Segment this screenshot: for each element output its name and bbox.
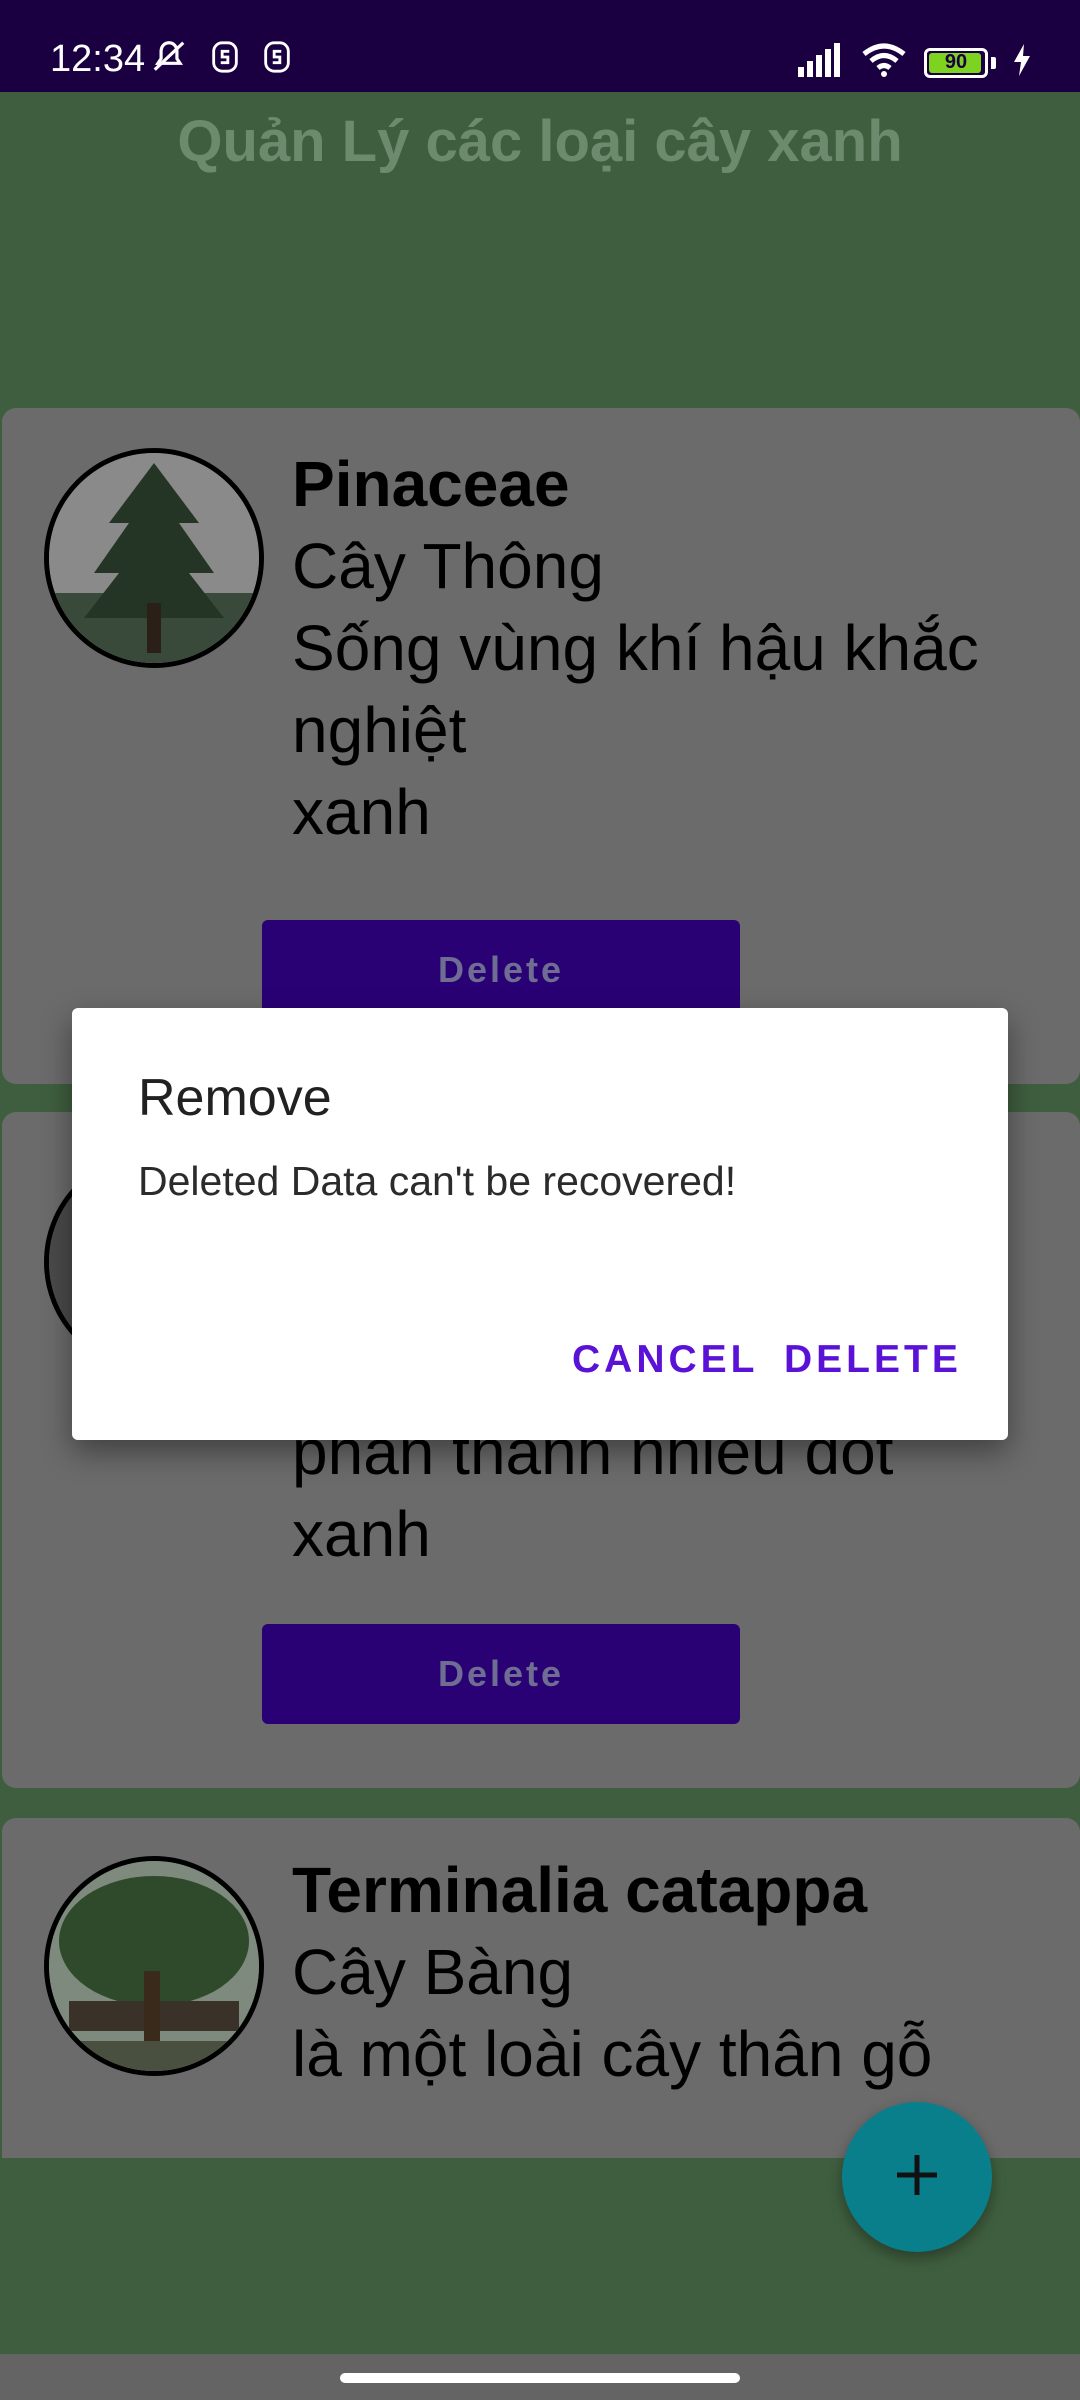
page-title: Quản Lý các loại cây xanh [177,109,903,174]
confirm-delete-button[interactable]: DELETE [784,1338,962,1382]
remove-dialog: Remove Deleted Data can't be recovered! … [72,1008,1008,1440]
status-right-icons: 90 [796,42,1032,83]
plus-icon [891,2149,943,2206]
delete-button[interactable]: Delete [262,920,740,1020]
scientific-name: Terminalia catappa [292,1854,868,1926]
dialog-title: Remove [138,1069,332,1127]
common-name: Cây Bàng [292,1935,574,2008]
tree-color: xanh [292,1497,431,1570]
status-bar: 12:34 90 [0,0,1080,92]
status-time: 12:34 [50,38,146,80]
tree-color: xanh [292,775,431,848]
wifi-icon [860,42,908,83]
delete-button[interactable]: Delete [262,1624,740,1724]
tree-card[interactable]: Pinaceae Cây Thông Sống vùng khí hậu khắ… [2,408,1080,1084]
charging-icon [1012,44,1032,81]
dialog-message: Deleted Data can't be recovered! [138,1158,737,1204]
tree-avatar [44,448,264,668]
tree-description: Sống vùng khí hậu khắc nghiệt [292,611,979,766]
signal-icon [796,43,844,82]
tree-info: Terminalia catappa Cây Bàng là một loài … [292,1850,1052,2096]
tree-info: Pinaceae Cây Thông Sống vùng khí hậu khắ… [292,444,1052,854]
tree-description: là một loài cây thân gỗ [292,2017,933,2090]
battery-level: 90 [944,51,968,73]
mute-bell-icon [150,38,188,81]
common-name: Cây Thông [292,529,604,602]
scientific-name: Pinaceae [292,448,570,520]
tree-avatar [44,1856,264,2076]
battery-icon: 90 [924,47,988,78]
cancel-button[interactable]: CANCEL [572,1338,759,1382]
home-indicator[interactable] [340,2373,740,2383]
status-left-icons [150,38,292,81]
notification-s-icon [210,40,240,79]
notification-s-icon [262,40,292,79]
add-tree-button[interactable] [842,2102,992,2252]
